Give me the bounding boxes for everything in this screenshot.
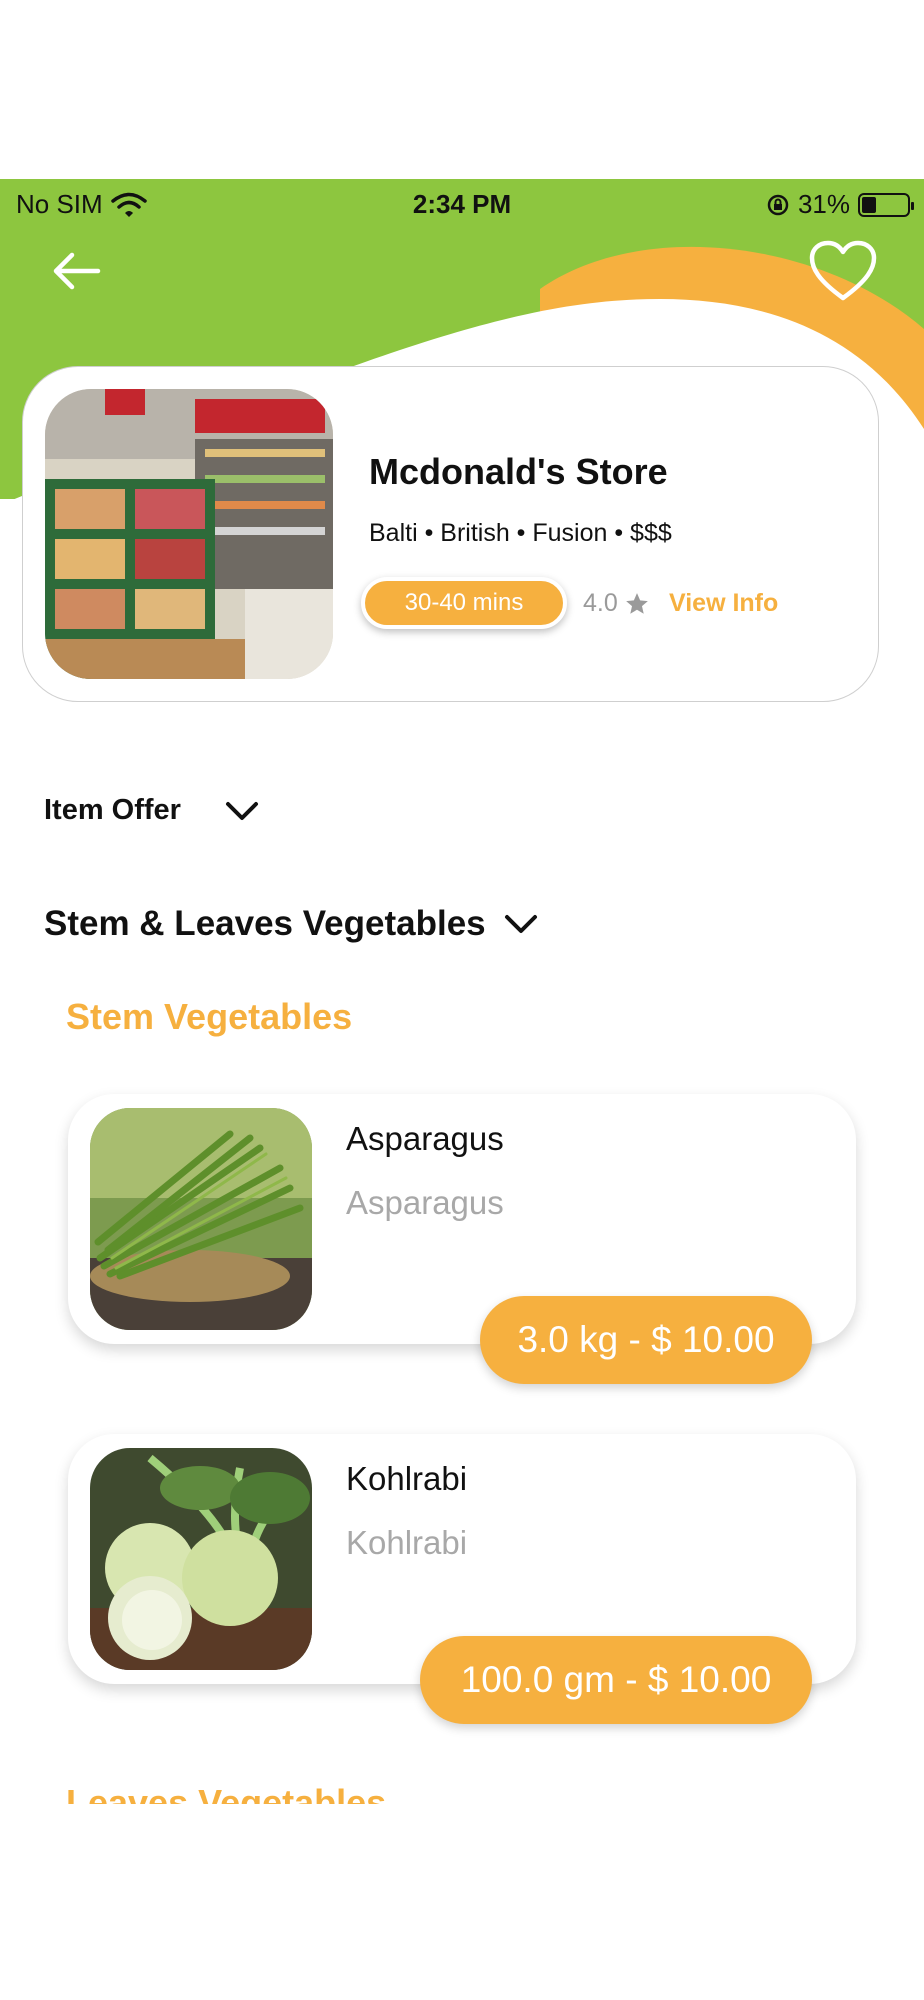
- product-name: Kohlrabi: [346, 1460, 468, 1497]
- item-offer-toggle[interactable]: Item Offer: [44, 794, 259, 827]
- store-tags: Balti • British • Fusion • $$$: [369, 519, 672, 547]
- kohlrabi-photo: [90, 1448, 312, 1670]
- store-card: Mcdonald's Store Balti • British • Fusio…: [22, 366, 879, 702]
- status-right: 31%: [766, 189, 914, 220]
- category-label: Stem & Leaves Vegetables: [44, 904, 486, 943]
- battery-percent: 31%: [797, 189, 850, 219]
- store-rating: 4.0: [583, 589, 650, 618]
- store-image: [45, 389, 333, 679]
- price-button[interactable]: 3.0 kg - $ 10.00: [480, 1296, 812, 1384]
- store-name: Mcdonald's Store: [369, 451, 668, 492]
- orientation-lock-icon: [767, 194, 789, 215]
- star-icon: [625, 592, 648, 614]
- product-name: Asparagus: [346, 1120, 504, 1157]
- product-image: [90, 1448, 312, 1670]
- asparagus-photo: [90, 1108, 312, 1330]
- store-photo: [45, 389, 333, 679]
- battery-icon: [858, 192, 914, 217]
- heart-icon: [809, 240, 877, 301]
- product-subtitle: Asparagus: [346, 1184, 504, 1221]
- back-arrow-icon: [53, 252, 101, 290]
- rating-value: 4.0: [583, 589, 618, 617]
- chevron-down-icon: [225, 801, 258, 820]
- subsection-title: Stem Vegetables: [66, 996, 353, 1037]
- price-button[interactable]: 100.0 gm - $ 10.00: [420, 1636, 812, 1724]
- item-offer-label: Item Offer: [44, 794, 181, 826]
- chevron-down-icon: [504, 915, 537, 933]
- product-subtitle: Kohlrabi: [346, 1524, 468, 1561]
- favorite-button[interactable]: [808, 240, 878, 304]
- view-info-link[interactable]: View Info: [669, 589, 778, 618]
- delivery-time-badge: 30-40 mins: [361, 577, 567, 629]
- back-button[interactable]: [48, 248, 106, 294]
- subsection-title: Leaves Vegetables: [66, 1782, 387, 1804]
- status-bar: No SIM 2:34 PM 31%: [0, 179, 924, 225]
- category-toggle[interactable]: Stem & Leaves Vegetables: [44, 904, 538, 944]
- product-image: [90, 1108, 312, 1330]
